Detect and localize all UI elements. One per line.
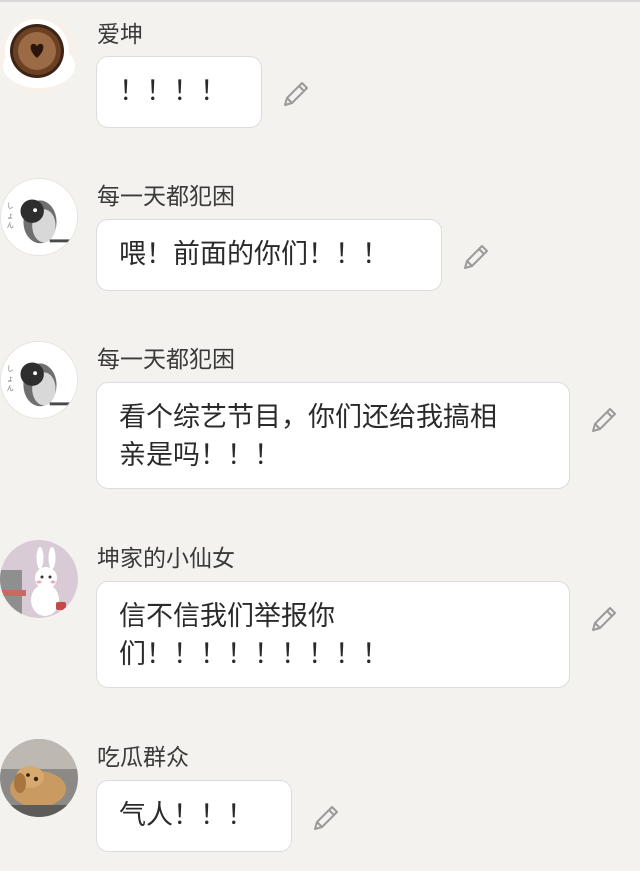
dog-avatar[interactable]: [0, 739, 78, 817]
svg-text:し: し: [7, 365, 14, 373]
pencil-icon[interactable]: [280, 78, 312, 110]
penguin-avatar[interactable]: し ょ ん: [0, 341, 78, 419]
message-text-line: 看个综艺节目，你们还给我搞相: [119, 402, 497, 433]
sender-name: 每一天都犯困: [97, 184, 235, 210]
message-bubble[interactable]: ！！！！: [96, 56, 262, 128]
coffee-avatar[interactable]: [0, 16, 78, 94]
message-bubble[interactable]: 气人！！！: [96, 780, 292, 852]
message-text: ！！！！: [119, 76, 227, 107]
message-text-line: 们！！！！！！！！！: [119, 639, 389, 670]
sender-name: 坤家的小仙女: [97, 546, 235, 572]
penguin-avatar[interactable]: し ょ ん: [0, 178, 78, 256]
top-divider: [0, 0, 640, 2]
svg-text:ょ: ょ: [7, 375, 14, 383]
pencil-icon[interactable]: [588, 404, 620, 436]
pencil-icon[interactable]: [588, 603, 620, 635]
message-bubble[interactable]: 信不信我们举报你 们！！！！！！！！！: [96, 581, 570, 688]
svg-text:し: し: [7, 202, 14, 210]
pencil-icon[interactable]: [460, 241, 492, 273]
message-text-line: 亲是吗！！！: [119, 440, 281, 471]
pencil-icon[interactable]: [310, 802, 342, 834]
svg-text:ょ: ょ: [7, 212, 14, 220]
message-bubble[interactable]: 看个综艺节目，你们还给我搞相 亲是吗！！！: [96, 382, 570, 489]
message-text-line: 信不信我们举报你: [119, 601, 335, 632]
sender-name: 爱坤: [97, 22, 143, 48]
svg-text:ん: ん: [7, 222, 14, 230]
bunny-avatar[interactable]: [0, 540, 78, 618]
svg-text:ん: ん: [7, 385, 14, 393]
message-bubble[interactable]: 喂！前面的你们！！！: [96, 219, 442, 291]
sender-name: 每一天都犯困: [97, 347, 235, 373]
sender-name: 吃瓜群众: [97, 745, 189, 771]
message-text: 喂！前面的你们！！！: [119, 239, 389, 270]
message-text: 气人！！！: [119, 800, 254, 831]
